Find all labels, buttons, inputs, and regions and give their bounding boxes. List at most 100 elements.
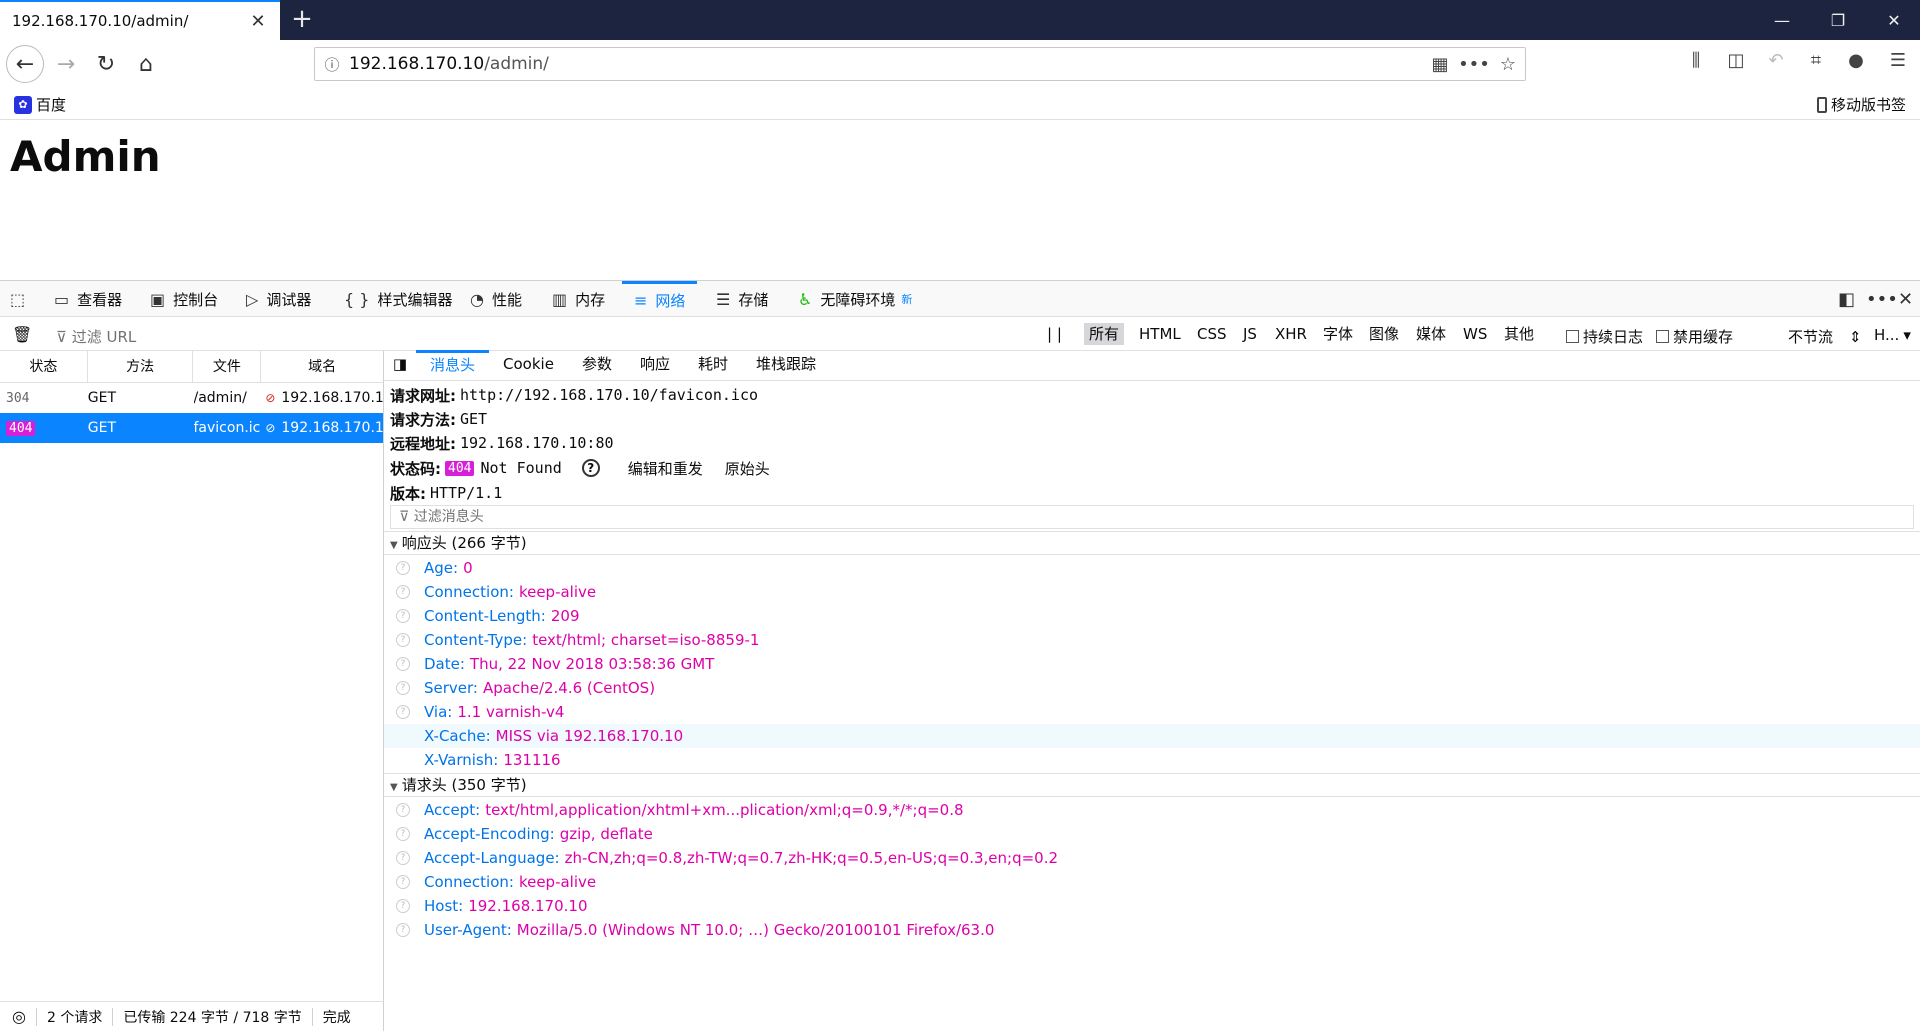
devtools-menu-icon[interactable]: ••• (1866, 289, 1898, 310)
window-close-button[interactable]: ✕ (1866, 0, 1920, 40)
filter-ws[interactable]: WS (1458, 323, 1492, 345)
header-help-icon[interactable]: ? (396, 923, 410, 937)
tab-accessibility[interactable]: ♿ 无障碍环境新 (798, 281, 912, 317)
header-help-icon[interactable]: ? (396, 609, 410, 623)
filter-headers-input[interactable]: ⊽ 过滤消息头 (390, 505, 1914, 529)
sidebar-icon[interactable]: ◫ (1720, 50, 1752, 78)
mobile-bookmarks[interactable]: 移动版书签 (1816, 94, 1906, 115)
header-row[interactable]: ? Date: Thu, 22 Nov 2018 03:58:36 GMT (384, 652, 1920, 676)
reload-button[interactable]: ↻ (88, 46, 124, 82)
header-row[interactable]: ? Host: 192.168.170.10 (384, 894, 1920, 918)
header-row[interactable]: ? Accept-Language: zh-CN,zh;q=0.8,zh-TW;q=… (384, 846, 1920, 870)
header-help-icon[interactable]: ? (396, 753, 410, 767)
help-icon[interactable]: ? (581, 459, 600, 477)
tab-timings[interactable]: 耗时 (684, 350, 742, 380)
header-help-icon[interactable]: ? (396, 705, 410, 719)
new-tab-button[interactable]: + (288, 6, 316, 34)
filter-url-input[interactable]: ⊽ 过滤 URL (56, 326, 136, 347)
header-help-icon[interactable]: ? (396, 681, 410, 695)
header-help-icon[interactable]: ? (396, 899, 410, 913)
filter-other[interactable]: 其他 (1499, 323, 1539, 345)
tab-params[interactable]: 参数 (568, 350, 626, 380)
url-bar[interactable]: ⓘ 192.168.170.10/admin/ ▦ ••• ☆ (314, 47, 1526, 81)
filter-fonts[interactable]: 字体 (1318, 323, 1358, 345)
bookmark-baidu[interactable]: ✿ 百度 (14, 94, 66, 115)
filter-media[interactable]: 媒体 (1411, 323, 1451, 345)
filter-xhr[interactable]: XHR (1270, 323, 1312, 345)
tab-memory[interactable]: ▥ 内存 (552, 281, 605, 317)
tab-storage[interactable]: ☰ 存储 (716, 281, 768, 317)
header-row[interactable]: ? Content-Length: 209 (384, 604, 1920, 628)
tab-headers[interactable]: 消息头 (416, 350, 490, 380)
disable-cache-box[interactable] (1656, 330, 1669, 343)
header-row[interactable]: ? X-Varnish:131116 (384, 748, 1920, 772)
home-button[interactable]: ⌂ (128, 46, 164, 82)
element-picker-button[interactable]: ⬚ (10, 281, 33, 317)
menu-icon[interactable]: ☰ (1882, 50, 1914, 78)
column-status[interactable]: 状态 (0, 351, 88, 383)
header-row[interactable]: ? Age: 0 (384, 556, 1920, 580)
tab-debugger[interactable]: ▷ 调试器 (246, 281, 311, 317)
pause-button[interactable]: | | (1042, 323, 1067, 345)
har-menu[interactable]: H... ▾ (1874, 326, 1911, 344)
undo-icon[interactable]: ↶ (1760, 50, 1792, 78)
tab-style-editor[interactable]: { } 样式编辑器 (344, 281, 452, 317)
forward-button[interactable]: → (48, 46, 84, 82)
dock-toggle-icon[interactable]: ◧ (1838, 289, 1855, 310)
header-help-icon[interactable]: ? (396, 827, 410, 841)
column-domain[interactable]: 域名 (261, 351, 383, 383)
tab-cookies[interactable]: Cookie (489, 350, 568, 380)
tab-response[interactable]: 响应 (626, 350, 684, 380)
filter-js[interactable]: JS (1238, 323, 1262, 345)
raw-headers-button[interactable]: 原始头 (725, 458, 770, 479)
header-help-icon[interactable]: ? (396, 657, 410, 671)
tab-stack-trace[interactable]: 堆栈跟踪 (742, 350, 830, 380)
tab-performance[interactable]: ◔ 性能 (470, 281, 522, 317)
header-help-icon[interactable]: ? (396, 633, 410, 647)
header-help-icon[interactable]: ? (396, 561, 410, 575)
response-headers-section[interactable]: ▼ 响应头 (266 字节) (384, 531, 1920, 555)
filter-all[interactable]: 所有 (1084, 323, 1125, 345)
header-help-icon[interactable]: ? (396, 585, 410, 599)
library-icon[interactable]: ⫼ (1680, 50, 1712, 78)
toggle-panel-icon[interactable]: ◨ (384, 350, 416, 380)
chat-icon[interactable]: ● (1840, 50, 1872, 78)
header-row[interactable]: ? Via: 1.1 varnish-v4 (384, 700, 1920, 724)
persist-log-checkbox[interactable]: 持续日志 (1566, 326, 1643, 347)
header-help-icon[interactable]: ? (396, 875, 410, 889)
tab-network[interactable]: ≡ 网络 (622, 281, 698, 317)
header-row[interactable]: ? X-Cache:MISS via 192.168.170.10 (384, 724, 1920, 748)
screenshot-crop-icon[interactable]: ⌗ (1800, 50, 1832, 78)
throttle-select[interactable]: 不节流 ⇕ (1788, 326, 1862, 347)
header-row[interactable]: ? Content-Type: text/html; charset=iso-885… (384, 628, 1920, 652)
header-row[interactable]: ? Server: Apache/2.4.6 (CentOS) (384, 676, 1920, 700)
info-icon[interactable]: ⓘ (315, 54, 349, 75)
edit-resend-button[interactable]: 编辑和重发 (628, 458, 703, 479)
trash-icon[interactable]: 🗑 (12, 325, 32, 344)
request-row[interactable]: 304 GET /admin/ ⊘ 192.168.170.10 (0, 383, 383, 413)
header-help-icon[interactable]: ? (396, 851, 410, 865)
minimize-button[interactable]: — (1754, 0, 1810, 40)
header-row[interactable]: ? Connection: keep-alive (384, 580, 1920, 604)
performance-analysis-icon[interactable]: ◎ (12, 1007, 26, 1026)
devtools-close-icon[interactable]: ✕ (1898, 289, 1913, 310)
browser-tab[interactable]: 192.168.170.10/admin/ ✕ (0, 0, 280, 40)
column-file[interactable]: 文件 (193, 351, 262, 383)
header-row[interactable]: ? Accept: text/html,application/xhtml+xm..… (384, 798, 1920, 822)
filter-images[interactable]: 图像 (1364, 323, 1404, 345)
header-row[interactable]: ? User-Agent: Mozilla/5.0 (Windows NT 10.0… (384, 918, 1920, 942)
column-method[interactable]: 方法 (88, 351, 194, 383)
page-actions-icon[interactable]: ••• (1457, 54, 1491, 75)
restore-button[interactable]: ❐ (1810, 0, 1866, 40)
url-text[interactable]: 192.168.170.10/admin/ (349, 54, 1423, 74)
qr-code-icon[interactable]: ▦ (1423, 54, 1457, 75)
tab-inspector[interactable]: ▭ 查看器 (54, 281, 122, 317)
back-button[interactable]: ← (6, 45, 44, 83)
persist-log-box[interactable] (1566, 330, 1579, 343)
header-help-icon[interactable]: ? (396, 803, 410, 817)
disable-cache-checkbox[interactable]: 禁用缓存 (1656, 326, 1733, 347)
request-headers-section[interactable]: ▼ 请求头 (350 字节) (384, 773, 1920, 797)
header-help-icon[interactable]: ? (396, 729, 410, 743)
tab-close-icon[interactable]: ✕ (248, 11, 268, 32)
tab-console[interactable]: ▣ 控制台 (150, 281, 218, 317)
